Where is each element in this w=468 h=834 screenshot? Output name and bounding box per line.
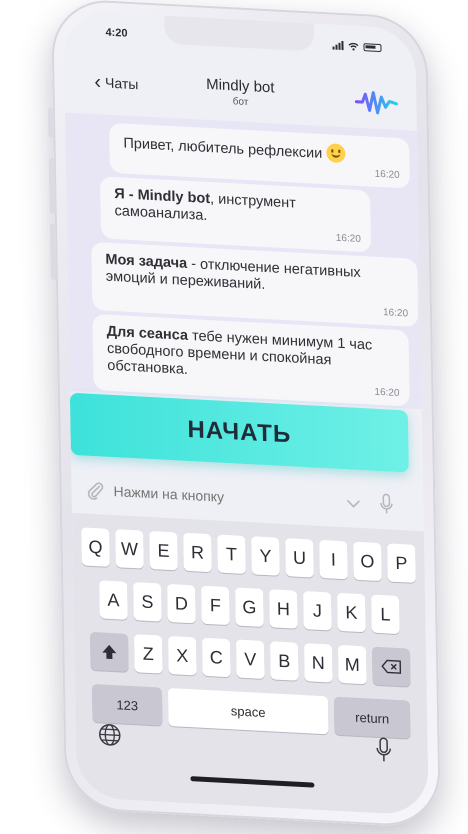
key-y[interactable]: Y xyxy=(251,536,280,576)
phone-frame: 4:20 ‹ Чаты Mindly bot бот Привет, любит… xyxy=(47,0,442,829)
message-input[interactable] xyxy=(113,483,314,510)
key-j[interactable]: J xyxy=(303,591,332,631)
key-f[interactable]: F xyxy=(201,585,230,626)
key-e[interactable]: E xyxy=(149,530,178,571)
mindly-logo-icon[interactable] xyxy=(354,88,398,118)
key-g[interactable]: G xyxy=(235,587,264,627)
mute-switch xyxy=(47,107,55,138)
home-indicator xyxy=(190,776,315,788)
smiley-emoji-icon xyxy=(326,143,346,164)
key-l[interactable]: L xyxy=(371,594,400,635)
message-time: 16:20 xyxy=(374,168,400,182)
screen: 4:20 ‹ Чаты Mindly bot бот Привет, любит… xyxy=(63,10,429,816)
volume-down-button xyxy=(49,223,57,281)
message-time: 16:20 xyxy=(374,386,400,400)
key-o[interactable]: O xyxy=(353,541,382,582)
cellular-signal-icon xyxy=(332,40,344,51)
battery-icon xyxy=(363,42,382,52)
status-time: 4:20 xyxy=(105,26,128,40)
message-bubble-intro: Я - Mindly bot, инструмент самоанализа. … xyxy=(100,176,372,253)
key-r[interactable]: R xyxy=(183,532,212,573)
backspace-icon xyxy=(381,659,402,674)
key-m[interactable]: M xyxy=(337,644,367,685)
paperclip-icon[interactable] xyxy=(85,480,105,501)
key-z[interactable]: Z xyxy=(133,634,163,674)
key-n[interactable]: N xyxy=(303,643,333,683)
key-k[interactable]: K xyxy=(337,592,366,633)
key-v[interactable]: V xyxy=(235,639,265,680)
wifi-icon xyxy=(348,42,359,50)
keyboard-row-3: Z X C V B N M xyxy=(74,631,427,688)
microphone-icon[interactable] xyxy=(379,493,393,516)
return-key[interactable]: return xyxy=(333,696,411,739)
key-p[interactable]: P xyxy=(387,543,416,583)
keyboard-row-1: Q W E R T Y U I O P xyxy=(72,527,425,584)
keyboard-row-4: 123 space return xyxy=(75,683,428,740)
backspace-key[interactable] xyxy=(371,646,411,687)
keyboard: Q W E R T Y U I O P A S D F G H J K L Z … xyxy=(71,512,429,816)
chevron-down-icon[interactable] xyxy=(345,495,361,512)
key-i[interactable]: I xyxy=(319,539,348,580)
globe-icon[interactable] xyxy=(98,722,122,747)
keyboard-row-2: A S D F G H J K L xyxy=(73,579,426,636)
volume-up-button xyxy=(48,157,56,214)
message-time: 16:20 xyxy=(335,232,361,246)
message-bubble-session: Для сеанса тебе нужен минимум 1 час своб… xyxy=(92,313,410,407)
message-bubble-task: Моя задача - отключение негативных эмоци… xyxy=(91,241,419,328)
message-time: 16:20 xyxy=(382,307,409,320)
key-x[interactable]: X xyxy=(167,635,197,676)
key-d[interactable]: D xyxy=(167,583,196,624)
key-b[interactable]: B xyxy=(269,641,299,681)
space-key[interactable]: space xyxy=(167,687,329,735)
dictation-microphone-icon[interactable] xyxy=(376,737,392,764)
key-h[interactable]: H xyxy=(269,589,298,629)
status-icons xyxy=(332,40,382,52)
key-w[interactable]: W xyxy=(115,529,144,569)
key-a[interactable]: A xyxy=(99,580,128,620)
numbers-key[interactable]: 123 xyxy=(91,683,163,726)
message-text: Привет, любитель рефлексии xyxy=(123,135,327,163)
key-t[interactable]: T xyxy=(217,534,246,575)
chat-area[interactable]: Привет, любитель рефлексии 16:20 Я - Min… xyxy=(64,112,422,410)
key-q[interactable]: Q xyxy=(81,527,110,567)
shift-arrow-icon xyxy=(102,644,117,660)
shift-key[interactable] xyxy=(89,631,129,672)
key-u[interactable]: U xyxy=(285,538,314,578)
stage: 4:20 ‹ Чаты Mindly bot бот Привет, любит… xyxy=(0,0,468,834)
key-c[interactable]: C xyxy=(201,637,231,678)
key-s[interactable]: S xyxy=(133,582,162,622)
